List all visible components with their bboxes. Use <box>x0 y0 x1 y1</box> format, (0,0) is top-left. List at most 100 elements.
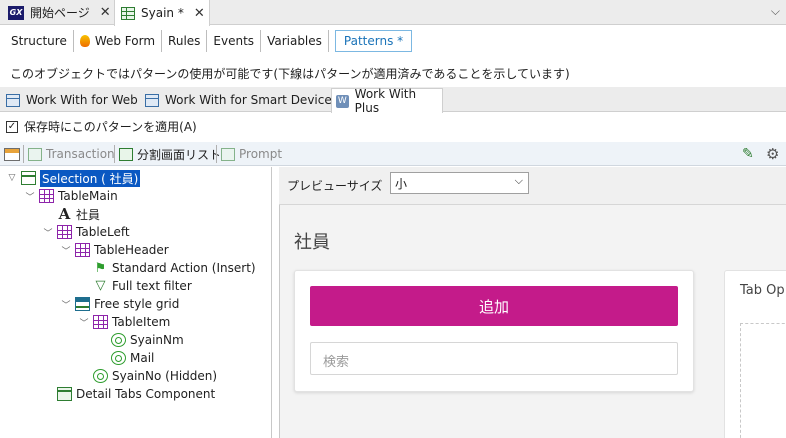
properties-icon[interactable] <box>4 142 20 166</box>
tab-web-form[interactable]: Web Form <box>74 30 163 52</box>
doc-tab-start-page[interactable]: GX 開始ページ ✕ <box>4 0 112 25</box>
toolbar-split-list[interactable]: 分割画面リスト <box>119 142 221 166</box>
search-input[interactable]: 検索 <box>310 342 678 375</box>
tab-label: Events <box>213 34 255 48</box>
tree-node-table-main[interactable]: ﹀ TableMain <box>24 187 118 205</box>
prompt-icon <box>221 147 235 161</box>
preview-size-label: プレビューサイズ <box>287 179 383 193</box>
text-block-icon: A <box>58 205 71 223</box>
tree-node-label: Full text filter <box>112 279 192 293</box>
toolbar-label: 分割画面リスト <box>137 147 222 162</box>
tab-events[interactable]: Events <box>207 30 262 52</box>
tree-node-label: 社員 <box>76 207 101 222</box>
collapse-icon[interactable]: ﹀ <box>60 244 72 257</box>
grid-icon <box>75 297 90 311</box>
tree-node-standard-action[interactable]: ⚑ Standard Action (Insert) <box>78 259 256 277</box>
component-icon <box>57 387 72 401</box>
doc-tab-label: 開始ページ <box>30 6 90 20</box>
preview-page-title: 社員 <box>294 232 330 253</box>
collapse-icon[interactable]: ﹀ <box>42 226 54 239</box>
close-icon[interactable]: ✕ <box>194 6 205 21</box>
tab-label: Work With for Smart Devices <box>165 93 338 107</box>
tree-node-label: Free style grid <box>94 297 180 311</box>
tab-label: Web Form <box>94 34 156 48</box>
tree-node-label: TableLeft <box>76 225 130 239</box>
tab-label: Work With Plus <box>354 87 417 115</box>
pattern-info-text: このオブジェクトではパターンの使用が可能です(下線はパターンが適用済みであること… <box>10 67 570 81</box>
transaction-icon <box>121 6 135 20</box>
doc-tab-syain[interactable]: Syain * ✕ <box>114 0 210 26</box>
tree-node-free-style-grid[interactable]: ﹀ Free style grid <box>60 295 179 313</box>
tree-node-label: Detail Tabs Component <box>76 387 216 401</box>
tree-node-mail[interactable]: Mail <box>96 349 154 367</box>
pattern-icon <box>6 93 20 107</box>
checkbox-checked-icon[interactable]: ✓ <box>6 120 18 133</box>
table-icon <box>39 189 54 203</box>
collapse-icon[interactable]: ﹀ <box>78 316 90 329</box>
tab-work-with-smart-devices[interactable]: Work With for Smart Devices <box>141 88 338 112</box>
tab-structure[interactable]: Structure <box>5 30 74 52</box>
doc-tab-label: Syain * <box>141 6 184 20</box>
tree-node-label: TableItem <box>112 315 171 329</box>
toolbar-transaction[interactable]: Transaction <box>28 142 115 166</box>
work-with-plus-icon: W <box>336 94 349 108</box>
chevron-down-icon[interactable]: ⌵ <box>771 4 780 19</box>
table-icon <box>75 243 90 257</box>
tree-node-label: Standard Action (Insert) <box>112 261 256 275</box>
flag-icon: ⚑ <box>94 260 107 276</box>
toolbar-label: Transaction <box>46 147 115 161</box>
filter-icon: ▽ <box>95 278 106 293</box>
selection-icon <box>21 171 36 185</box>
toolbar-prompt[interactable]: Prompt <box>221 142 282 166</box>
tree-node-table-item[interactable]: ﹀ TableItem <box>78 313 170 331</box>
preview-size-select[interactable]: 小 ⌵ <box>390 172 529 194</box>
tab-work-with-web[interactable]: Work With for Web <box>2 88 138 112</box>
tree-node-full-text-filter[interactable]: ▽ Full text filter <box>78 277 192 295</box>
apply-pattern-checkbox[interactable]: ✓ 保存時にこのパターンを適用(A) <box>6 118 197 135</box>
pattern-tab-bar: Work With for Web Work With for Smart De… <box>0 87 786 115</box>
instance-toolbar: Transaction 分割画面リスト Prompt ✎ ⚙ <box>0 142 786 166</box>
tab-options-label: Tab Op <box>740 283 785 298</box>
table-icon <box>57 225 72 239</box>
toolbar-label: Prompt <box>239 147 283 161</box>
tab-label: Patterns * <box>343 34 404 48</box>
tab-label: Variables <box>267 34 322 48</box>
tree-node-label: SyainNm <box>130 333 184 347</box>
new-instance-icon[interactable]: ✎ <box>742 142 754 166</box>
tree-node-detail-tabs[interactable]: Detail Tabs Component <box>42 385 215 403</box>
tree-node-label: TableHeader <box>94 243 169 257</box>
tree-node-syain-no[interactable]: SyainNo (Hidden) <box>78 367 217 385</box>
checkbox-label: 保存時にこのパターンを適用(A) <box>24 120 197 134</box>
tree-node-table-header[interactable]: ﹀ TableHeader <box>60 241 169 259</box>
attribute-icon <box>111 351 126 365</box>
tab-content-placeholder <box>740 323 786 438</box>
attribute-icon <box>93 369 108 383</box>
tab-label: Work With for Web <box>26 93 138 107</box>
close-icon[interactable]: ✕ <box>100 5 111 20</box>
collapse-icon[interactable]: ﹀ <box>24 190 36 203</box>
web-form-icon <box>79 35 90 47</box>
tree-node-syain-nm[interactable]: SyainNm <box>96 331 184 349</box>
collapse-icon[interactable]: ▽ <box>6 173 18 183</box>
tree-node-selection[interactable]: ▽ Selection ( 社員) <box>6 169 141 187</box>
gear-icon[interactable]: ⚙ <box>766 142 779 166</box>
pattern-tree: ▽ Selection ( 社員) ﹀ TableMain A 社員 ﹀ Tab… <box>0 167 272 438</box>
tab-rules[interactable]: Rules <box>162 30 208 52</box>
pattern-icon <box>145 93 159 107</box>
tree-node-shain[interactable]: A 社員 <box>42 205 100 223</box>
tab-patterns[interactable]: Patterns * <box>334 30 413 52</box>
split-list-icon <box>119 147 133 161</box>
table-icon <box>93 315 108 329</box>
attribute-icon <box>111 333 126 347</box>
add-button[interactable]: 追加 <box>310 286 678 326</box>
select-value: 小 <box>395 177 408 191</box>
transaction-icon <box>28 147 42 161</box>
collapse-icon[interactable]: ﹀ <box>60 298 72 311</box>
tab-label: Rules <box>168 34 201 48</box>
tree-node-table-left[interactable]: ﹀ TableLeft <box>42 223 130 241</box>
tab-variables[interactable]: Variables <box>261 30 329 52</box>
chevron-down-icon: ⌵ <box>514 174 523 187</box>
tree-node-label: Mail <box>130 351 155 365</box>
document-tab-bar: GX 開始ページ ✕ Syain * ✕ ⌵ <box>0 0 786 26</box>
tab-work-with-plus[interactable]: W Work With Plus <box>331 87 443 115</box>
